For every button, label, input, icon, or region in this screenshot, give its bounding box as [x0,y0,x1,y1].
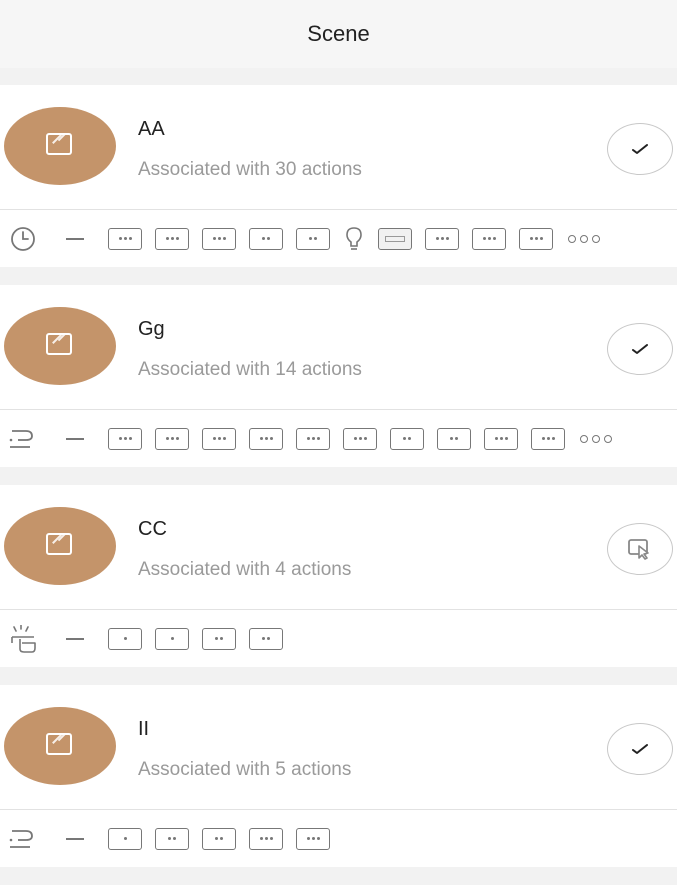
scene-avatar [4,707,116,785]
device-action-icon [296,827,330,850]
scene-list: AA Associated with 30 actions Gg Associa… [0,85,677,885]
scene-card-header[interactable]: CC Associated with 4 actions [0,485,677,609]
scene-action-count: Associated with 4 actions [138,559,352,580]
scene-avatar [4,507,116,585]
image-icon [46,133,72,155]
action-chips [108,427,612,450]
scene-card[interactable]: Gg Associated with 14 actions [0,285,677,467]
clock-icon [8,224,38,254]
scene-execute-button[interactable] [607,523,673,575]
device-action-icon [108,827,142,850]
device-action-icon [378,227,412,250]
image-icon [46,533,72,555]
device-action-icon [343,427,377,450]
scene-action-strip [0,210,677,267]
scene-execute-button[interactable] [607,123,673,175]
scene-execute-button[interactable] [607,723,673,775]
scene-action-count: Associated with 14 actions [138,359,362,380]
scene-action-strip [0,810,677,867]
bulb-icon [343,224,365,254]
separator-dash [66,237,84,240]
separator-dash [66,437,84,440]
device-action-icon [108,627,142,650]
device-action-icon [472,227,506,250]
device-action-icon [296,227,330,250]
scene-name: Gg [138,318,165,340]
list-condition-icon [8,824,38,854]
more-icon [568,234,600,243]
scene-avatar [4,107,116,185]
device-action-icon [437,427,471,450]
scene-action-count: Associated with 30 actions [138,159,362,180]
device-action-icon [296,427,330,450]
scene-action-strip [0,410,677,467]
action-chips [108,224,600,254]
scene-card-header[interactable]: AA Associated with 30 actions [0,85,677,209]
scene-card[interactable]: AA Associated with 30 actions [0,85,677,267]
scene-card-header[interactable]: II Associated with 5 actions [0,685,677,809]
separator-dash [66,637,84,640]
scene-name: II [138,718,150,740]
image-icon [46,733,72,755]
device-action-icon [155,427,189,450]
action-chips [108,827,343,850]
device-action-icon [519,227,553,250]
device-action-icon [249,827,283,850]
scene-card[interactable]: CC Associated with 4 actions [0,485,677,667]
checkmark-icon [631,343,649,355]
device-action-icon [155,827,189,850]
device-action-icon [108,427,142,450]
app-header: Scene [0,0,677,68]
image-icon [46,333,72,355]
device-action-icon [202,827,236,850]
more-icon [580,434,612,443]
device-action-icon [390,427,424,450]
scene-action-count: Associated with 5 actions [138,759,352,780]
device-action-icon [425,227,459,250]
scene-card[interactable]: II Associated with 5 actions [0,685,677,867]
hand-tap-icon [8,624,38,654]
checkmark-icon [631,743,649,755]
device-action-icon [155,227,189,250]
action-chips [108,627,296,650]
device-action-icon [155,627,189,650]
scene-card-header[interactable]: Gg Associated with 14 actions [0,285,677,409]
tap-cursor-icon [627,538,653,560]
checkmark-icon [631,143,649,155]
device-action-icon [202,427,236,450]
scene-execute-button[interactable] [607,323,673,375]
list-condition-icon [8,424,38,454]
device-action-icon [202,627,236,650]
page-title: Scene [307,21,370,46]
scene-avatar [4,307,116,385]
device-action-icon [249,427,283,450]
scene-name: CC [138,518,167,540]
device-action-icon [108,227,142,250]
device-action-icon [249,227,283,250]
device-action-icon [484,427,518,450]
device-action-icon [531,427,565,450]
device-action-icon [249,627,283,650]
scene-action-strip [0,610,677,667]
scene-name: AA [138,118,165,140]
device-action-icon [202,227,236,250]
separator-dash [66,837,84,840]
